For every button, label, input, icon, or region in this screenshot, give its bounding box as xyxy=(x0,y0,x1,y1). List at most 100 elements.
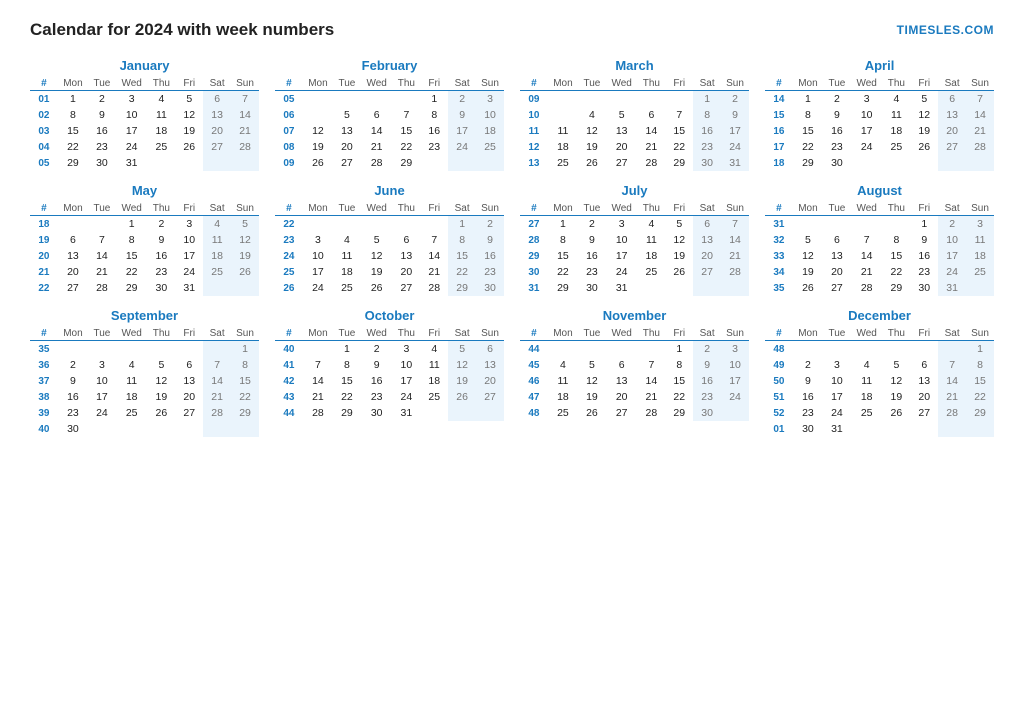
day-cell: 26 xyxy=(147,405,175,421)
month-table: #MonTueWedThuFriSatSun221223345678924101… xyxy=(275,202,504,296)
day-cell: 3 xyxy=(175,216,203,233)
day-cell xyxy=(361,216,393,233)
day-cell: 13 xyxy=(823,248,851,264)
day-cell: 27 xyxy=(175,405,203,421)
day-cell xyxy=(420,216,448,233)
day-cell: 7 xyxy=(231,91,259,108)
day-cell: 18 xyxy=(637,248,665,264)
day-cell xyxy=(548,107,578,123)
day-cell: 19 xyxy=(448,373,476,389)
day-cell: 27 xyxy=(606,155,638,171)
day-cell: 13 xyxy=(910,373,938,389)
day-cell xyxy=(910,155,938,171)
day-cell xyxy=(637,280,665,296)
day-cell: 22 xyxy=(231,389,259,405)
day-cell xyxy=(303,91,333,108)
day-cell: 12 xyxy=(361,248,393,264)
day-cell: 4 xyxy=(851,357,883,373)
day-cell: 22 xyxy=(966,389,994,405)
day-cell: 23 xyxy=(823,139,851,155)
week-row: 2915161718192021 xyxy=(520,248,749,264)
day-cell: 1 xyxy=(58,91,88,108)
day-cell: 15 xyxy=(882,248,910,264)
day-cell: 16 xyxy=(420,123,448,139)
day-cell: 16 xyxy=(88,123,116,139)
day-cell: 15 xyxy=(116,248,148,264)
day-cell xyxy=(116,421,148,437)
day-cell: 7 xyxy=(420,232,448,248)
day-cell: 13 xyxy=(392,248,420,264)
day-cell: 7 xyxy=(966,91,994,108)
month-table: #MonTueWedThuFriSatSun401234564178910111… xyxy=(275,327,504,421)
day-cell: 6 xyxy=(476,341,504,358)
day-cell: 1 xyxy=(548,216,578,233)
day-cell: 21 xyxy=(361,139,393,155)
day-cell: 9 xyxy=(693,357,721,373)
day-cell: 7 xyxy=(637,357,665,373)
day-cell xyxy=(793,341,823,358)
day-cell: 5 xyxy=(578,357,606,373)
week-row: 362345678 xyxy=(30,357,259,373)
day-cell: 20 xyxy=(333,139,361,155)
day-cell: 19 xyxy=(175,123,203,139)
day-cell: 7 xyxy=(938,357,966,373)
week-row: 05123 xyxy=(275,91,504,108)
day-cell: 3 xyxy=(88,357,116,373)
day-cell: 29 xyxy=(58,155,88,171)
day-cell: 27 xyxy=(58,280,88,296)
day-cell: 8 xyxy=(448,232,476,248)
day-cell: 14 xyxy=(966,107,994,123)
day-cell: 14 xyxy=(938,373,966,389)
day-cell: 25 xyxy=(637,264,665,280)
day-cell: 2 xyxy=(793,357,823,373)
day-cell xyxy=(966,280,994,296)
week-row: 0422232425262728 xyxy=(30,139,259,155)
day-cell: 9 xyxy=(793,373,823,389)
day-cell: 6 xyxy=(203,91,231,108)
day-cell: 21 xyxy=(88,264,116,280)
week-row: 35262728293031 xyxy=(765,280,994,296)
day-cell: 22 xyxy=(448,264,476,280)
day-cell: 17 xyxy=(175,248,203,264)
week-row: 2517181920212223 xyxy=(275,264,504,280)
day-cell: 19 xyxy=(303,139,333,155)
day-cell: 5 xyxy=(665,216,693,233)
week-row: 28891011121314 xyxy=(520,232,749,248)
day-cell: 22 xyxy=(665,139,693,155)
day-cell: 20 xyxy=(910,389,938,405)
day-cell: 15 xyxy=(392,123,420,139)
day-cell: 9 xyxy=(361,357,393,373)
week-row: 222728293031 xyxy=(30,280,259,296)
day-cell: 3 xyxy=(116,91,148,108)
day-cell: 4 xyxy=(882,91,910,108)
day-cell: 14 xyxy=(637,123,665,139)
day-cell: 8 xyxy=(420,107,448,123)
day-cell: 5 xyxy=(333,107,361,123)
day-cell: 26 xyxy=(665,264,693,280)
day-cell: 9 xyxy=(910,232,938,248)
day-cell: 16 xyxy=(910,248,938,264)
week-row: 2013141516171819 xyxy=(30,248,259,264)
day-cell: 13 xyxy=(938,107,966,123)
week-row: 1111121314151617 xyxy=(520,123,749,139)
day-cell: 9 xyxy=(58,373,88,389)
day-cell: 3 xyxy=(823,357,851,373)
day-cell xyxy=(910,341,938,358)
day-cell xyxy=(823,341,851,358)
day-cell: 26 xyxy=(578,155,606,171)
day-cell: 12 xyxy=(303,123,333,139)
day-cell: 15 xyxy=(665,373,693,389)
day-cell: 28 xyxy=(938,405,966,421)
day-cell: 25 xyxy=(966,264,994,280)
day-cell: 13 xyxy=(58,248,88,264)
day-cell: 17 xyxy=(938,248,966,264)
week-row: 233456789 xyxy=(275,232,504,248)
day-cell: 10 xyxy=(851,107,883,123)
day-cell: 7 xyxy=(851,232,883,248)
day-cell: 11 xyxy=(851,373,883,389)
day-cell: 14 xyxy=(361,123,393,139)
day-cell: 29 xyxy=(548,280,578,296)
day-cell xyxy=(966,421,994,437)
month-title: April xyxy=(765,58,994,73)
day-cell: 31 xyxy=(823,421,851,437)
